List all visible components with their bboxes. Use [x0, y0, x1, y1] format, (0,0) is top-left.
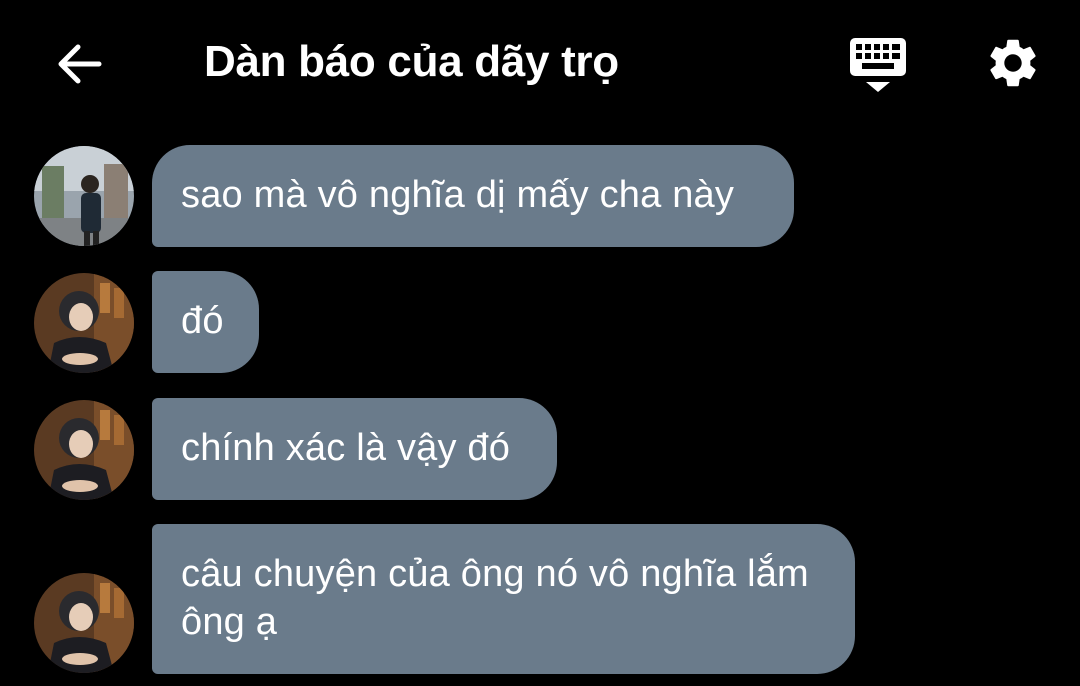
avatar-user-1[interactable] [34, 146, 134, 246]
message-text: chính xác là vậy đó [181, 427, 511, 469]
chat-header: Dàn báo của dãy trọ [0, 0, 1080, 125]
settings-button[interactable] [978, 30, 1048, 96]
message-text: sao mà vô nghĩa dị mấy cha này [181, 174, 735, 216]
keyboard-toggle-button[interactable] [842, 30, 914, 100]
back-button[interactable] [48, 36, 110, 92]
message-list[interactable]: sao mà vô nghĩa dị mấy cha này đó chính … [0, 125, 1080, 686]
gear-icon [990, 39, 1036, 87]
message-bubble[interactable]: sao mà vô nghĩa dị mấy cha này [152, 145, 794, 247]
keyboard-icon [850, 38, 906, 92]
message-bubble[interactable]: đó [152, 271, 259, 373]
avatar-user-2[interactable] [34, 273, 134, 373]
message-text: đó [181, 300, 224, 342]
avatar-user-2[interactable] [34, 400, 134, 500]
arrow-left-icon [58, 44, 102, 84]
avatar-user-2[interactable] [34, 573, 134, 673]
chat-title: Dàn báo của dãy trọ [204, 37, 619, 86]
message-text: câu chuyện của ông nó vô nghĩa lắm ông ạ [181, 553, 809, 643]
message-bubble[interactable]: chính xác là vậy đó [152, 398, 557, 500]
message-bubble[interactable]: câu chuyện của ông nó vô nghĩa lắm ông ạ [152, 524, 855, 674]
